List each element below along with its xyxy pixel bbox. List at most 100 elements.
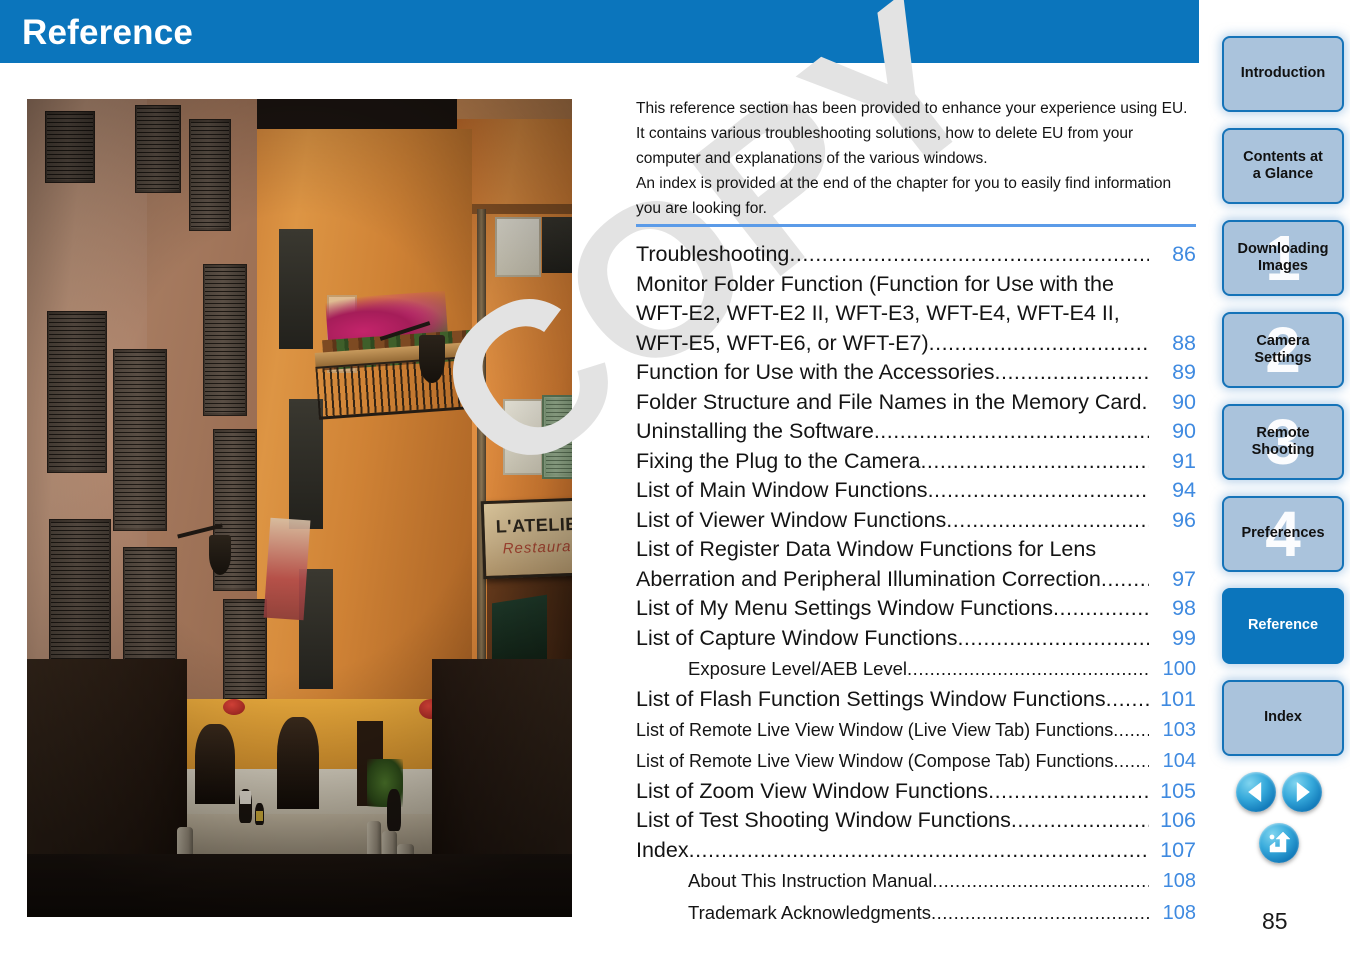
- sidebar-tab-preferences[interactable]: 4 Preferences: [1222, 496, 1344, 572]
- toc-entry-label: Index: [636, 837, 689, 862]
- toc-entry-line: List of Register Data Window Functions f…: [636, 537, 1097, 561]
- toc-entry[interactable]: Exposure Level/AEB Level................…: [636, 653, 1196, 685]
- toc-entry-page[interactable]: 90: [1151, 417, 1196, 447]
- toc-entry-page[interactable]: 107: [1151, 836, 1196, 866]
- toc-entry-page[interactable]: 96: [1151, 506, 1196, 536]
- toc-entry-page[interactable]: 101: [1151, 685, 1196, 715]
- toc-entry-page[interactable]: 103: [1151, 715, 1196, 746]
- sidebar-tab-label: Remote Shooting: [1248, 425, 1319, 460]
- toc-entry[interactable]: Monitor Folder Function (Function for Us…: [636, 270, 1196, 359]
- toc-entry[interactable]: Function for Use with the Accessories...…: [636, 358, 1196, 388]
- toc-entry[interactable]: List of Flash Function Settings Window F…: [636, 685, 1196, 715]
- toc-entry[interactable]: List of Main Window Functions...........…: [636, 476, 1196, 506]
- page-title: Reference: [22, 13, 194, 52]
- toc-entry[interactable]: List of Register Data Window Functions f…: [636, 535, 1196, 594]
- sidebar-tab-label: Contents at a Glance: [1239, 149, 1327, 184]
- toc-entry[interactable]: List of Viewer Window Functions.........…: [636, 506, 1196, 536]
- toc-leader-dots: ........................................…: [932, 870, 1149, 891]
- toc-entry-label: List of Test Shooting Window Functions: [636, 808, 1011, 832]
- toc-entry-page[interactable]: 90: [1151, 388, 1196, 418]
- toc-leader-dots: ........................................…: [1105, 687, 1149, 711]
- toc-entry-page[interactable]: 86: [1151, 240, 1196, 270]
- toc-entry[interactable]: Uninstalling the Software...............…: [636, 417, 1196, 447]
- toc-entry-label: Troubleshooting: [636, 242, 790, 266]
- toc-entry-label: List of Zoom View Window Functions: [636, 778, 989, 803]
- photo-vignette: [27, 99, 572, 917]
- toc-entry[interactable]: Troubleshooting.........................…: [636, 240, 1196, 270]
- toc-leader-dots: ........................................…: [688, 837, 1149, 862]
- page-number: 85: [1262, 908, 1288, 934]
- toc-entry-page[interactable]: 94: [1151, 476, 1196, 506]
- sidebar-tab-label-line: Reference: [1247, 617, 1319, 634]
- toc-entry-page[interactable]: 100: [1151, 654, 1196, 685]
- sidebar-tab-camera[interactable]: 2 Camera Settings: [1222, 312, 1344, 388]
- toc-entry[interactable]: List of Test Shooting Window Functions..…: [636, 806, 1196, 836]
- toc-entry-page[interactable]: 108: [1151, 898, 1196, 929]
- sidebar-tab-downloading[interactable]: 1 Downloading Images: [1222, 220, 1344, 296]
- toc-entry-page[interactable]: 104: [1151, 746, 1196, 777]
- toc-entry-label: List of Viewer Window Functions: [636, 507, 947, 532]
- intro-line: This reference section has been provided…: [636, 100, 1188, 167]
- intro-line: An index is provided at the end of the c…: [636, 175, 1172, 217]
- toc-leader-dots: ........................................…: [946, 507, 1149, 532]
- sidebar-tab-introduction[interactable]: Introduction: [1222, 36, 1344, 112]
- sidebar-tab-index[interactable]: Index: [1222, 680, 1344, 756]
- toc-entry-page[interactable]: 89: [1151, 358, 1196, 388]
- toc-leader-dots: ........................................…: [1010, 808, 1149, 832]
- toc-entry-page[interactable]: 91: [1151, 447, 1196, 477]
- toc-leader-dots: ........................................…: [988, 778, 1149, 803]
- toc-leader-dots: ........................................…: [931, 902, 1149, 923]
- arrow-right-icon: [1296, 782, 1310, 802]
- sidebar-tab-label-line: a Glance: [1252, 166, 1314, 182]
- table-of-contents: Troubleshooting.........................…: [636, 240, 1196, 929]
- toc-entry[interactable]: About This Instruction Manual...........…: [636, 865, 1196, 897]
- toc-entry-label: List of Remote Live View Window (Compose…: [636, 750, 1114, 771]
- sidebar-tab-label-line: Camera: [1256, 332, 1310, 349]
- toc-entry-page[interactable]: 97: [1151, 565, 1196, 595]
- toc-entry[interactable]: List of Capture Window Functions........…: [636, 624, 1196, 654]
- sidebar-tab-remote[interactable]: 3 Remote Shooting: [1222, 404, 1344, 480]
- toc-leader-dots: ........................................…: [1113, 719, 1149, 740]
- return-arrow-icon: [1269, 831, 1291, 853]
- next-page-button[interactable]: [1282, 772, 1322, 812]
- toc-entry[interactable]: Folder Structure and File Names in the M…: [636, 388, 1196, 418]
- sidebar-tab-contents-at[interactable]: Contents at a Glance: [1222, 128, 1344, 204]
- toc-entry-label: About This Instruction Manual: [688, 870, 933, 891]
- toc-entry-page[interactable]: 99: [1151, 624, 1196, 654]
- toc-leader-dots: ........................................…: [928, 330, 1149, 355]
- sidebar-tab-label-line: Downloading: [1237, 240, 1329, 257]
- toc-entry-label: Uninstalling the Software: [636, 419, 874, 443]
- toc-entry[interactable]: Fixing the Plug to the Camera...........…: [636, 447, 1196, 477]
- toc-leader-dots: ........................................…: [789, 242, 1149, 266]
- toc-entry-page[interactable]: 105: [1151, 777, 1196, 807]
- toc-entry-page[interactable]: 106: [1151, 806, 1196, 836]
- toc-leader-dots: ........................................…: [1141, 389, 1149, 414]
- toc-entry[interactable]: Trademark Acknowledgments...............…: [636, 897, 1196, 929]
- toc-entry[interactable]: Index...................................…: [636, 836, 1196, 866]
- toc-entry-label: Aberration and Peripheral Illumination C…: [636, 566, 1101, 591]
- toc-entry-label: List of Flash Function Settings Window F…: [636, 687, 1106, 711]
- toc-entry-line: WFT-E2, WFT-E2 II, WFT-E3, WFT-E4, WFT-E…: [636, 301, 1120, 325]
- toc-entry-page[interactable]: 98: [1151, 594, 1196, 624]
- sidebar-tab-reference[interactable]: Reference: [1222, 588, 1344, 664]
- sidebar-tab-label-line: Remote: [1256, 424, 1310, 441]
- toc-entry[interactable]: List of Remote Live View Window (Live Vi…: [636, 715, 1196, 746]
- toc-entry[interactable]: List of Zoom View Window Functions......…: [636, 777, 1196, 807]
- sidebar-tab-label-line: Images: [1258, 258, 1308, 274]
- toc-entry-label: Function for Use with the Accessories: [636, 360, 995, 384]
- toc-entry-page[interactable]: 108: [1151, 866, 1196, 897]
- toc-entry-page[interactable]: 88: [1151, 329, 1196, 359]
- toc-entry[interactable]: List of My Menu Settings Window Function…: [636, 594, 1196, 624]
- toc-entry-label: Trademark Acknowledgments: [688, 902, 932, 923]
- sidebar-tab-label: Preferences: [1237, 525, 1328, 543]
- sidebar-tab-label-line: Contents at: [1243, 148, 1323, 165]
- toc-leader-dots: ........................................…: [927, 478, 1149, 502]
- return-button[interactable]: [1259, 823, 1299, 863]
- toc-entry[interactable]: List of Remote Live View Window (Compose…: [636, 746, 1196, 777]
- chapter-photo: L'ATELIER Restaurant: [27, 99, 572, 917]
- toc-leader-dots: ........................................…: [1053, 596, 1149, 620]
- previous-page-button[interactable]: [1236, 772, 1276, 812]
- toc-entry-label: Fixing the Plug to the Camera: [636, 448, 921, 473]
- toc-entry-label: WFT-E5, WFT-E6, or WFT-E7): [636, 330, 929, 355]
- toc-divider: [636, 224, 1196, 227]
